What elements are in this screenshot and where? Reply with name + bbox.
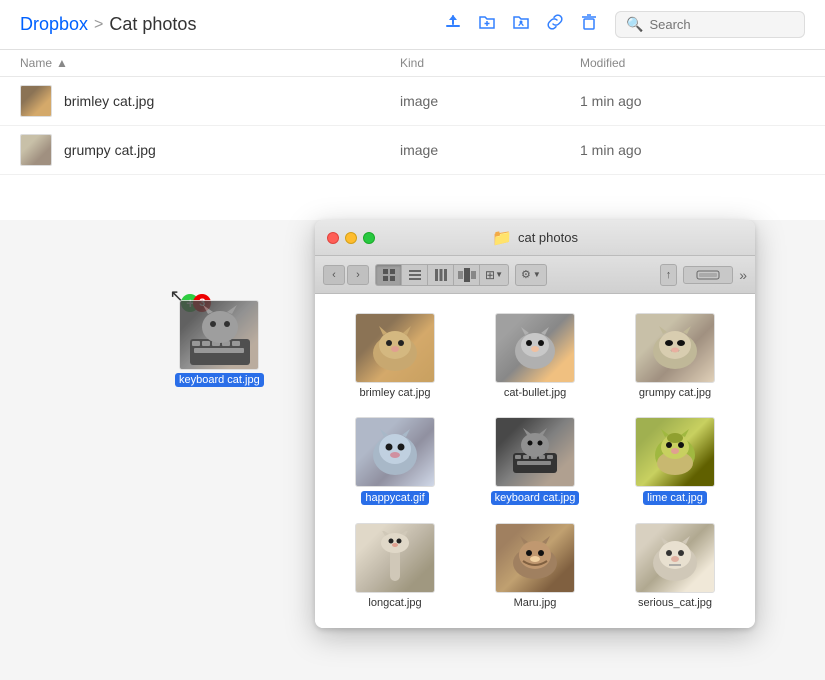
arrange-dropdown-button[interactable]: ⊞ ▼ xyxy=(479,264,509,286)
finder-thumb-serious xyxy=(635,523,715,593)
breadcrumb: Dropbox > Cat photos xyxy=(20,14,443,35)
finder-item-long[interactable]: longcat.jpg xyxy=(330,519,460,613)
finder-item-serious[interactable]: serious_cat.jpg xyxy=(610,519,740,613)
springload-button[interactable] xyxy=(683,266,733,284)
search-input[interactable] xyxy=(649,17,789,32)
finder-item-label-serious: serious_cat.jpg xyxy=(638,597,712,609)
table-row[interactable]: brimley cat.jpg image 1 min ago xyxy=(0,77,825,126)
finder-item-label-lime: lime cat.jpg xyxy=(643,491,707,505)
finder-toolbar-right: ↑ » xyxy=(660,264,747,286)
file-kind: image xyxy=(400,142,580,158)
file-toolbar xyxy=(443,12,599,37)
close-button[interactable] xyxy=(327,232,339,244)
col-header-name[interactable]: Name ▲ xyxy=(20,56,400,70)
finder-thumb-lime xyxy=(635,417,715,487)
share-button[interactable]: ↑ xyxy=(660,264,678,286)
finder-item-grumpy[interactable]: grumpy cat.jpg xyxy=(610,309,740,403)
finder-thumb-brimley xyxy=(355,313,435,383)
upload-icon[interactable] xyxy=(443,12,463,37)
finder-item-label-bullet: cat-bullet.jpg xyxy=(504,387,566,399)
finder-title: 📁 cat photos xyxy=(492,228,578,248)
finder-toolbar: ‹ › ⊞ ▼ ⚙ ▼ xyxy=(315,256,755,294)
finder-thumb-maru xyxy=(495,523,575,593)
finder-content: brimley cat.jpg cat-bullet.jpg xyxy=(315,294,755,628)
file-thumbnail-brimley xyxy=(20,85,52,117)
breadcrumb-current: Cat photos xyxy=(109,14,196,35)
action-arrow: ▼ xyxy=(533,270,541,279)
table-row[interactable]: grumpy cat.jpg image 1 min ago xyxy=(0,126,825,175)
finder-thumb-bullet xyxy=(495,313,575,383)
share-icon: ↑ xyxy=(666,269,672,281)
breadcrumb-separator: > xyxy=(94,16,103,34)
finder-item-bullet[interactable]: cat-bullet.jpg xyxy=(470,309,600,403)
action-button[interactable]: ⚙ ▼ xyxy=(515,264,547,286)
finder-item-maru[interactable]: Maru.jpg xyxy=(470,519,600,613)
file-list-header: Name ▲ Kind Modified xyxy=(0,50,825,77)
drag-label: keyboard cat.jpg xyxy=(175,373,264,387)
finder-item-brimley[interactable]: brimley cat.jpg xyxy=(330,309,460,403)
finder-thumb-long xyxy=(355,523,435,593)
minimize-button[interactable] xyxy=(345,232,357,244)
finder-item-label-keyboard: keyboard cat.jpg xyxy=(491,491,580,505)
file-modified: 1 min ago xyxy=(580,93,805,109)
arrange-label: ⊞ xyxy=(485,268,495,282)
icon-view-button[interactable] xyxy=(375,264,401,286)
finder-thumb-keyboard xyxy=(495,417,575,487)
folder-icon: 📁 xyxy=(492,228,512,248)
delete-icon[interactable] xyxy=(579,12,599,37)
arrange-arrow: ▼ xyxy=(495,270,503,279)
finder-item-label-maru: Maru.jpg xyxy=(514,597,557,609)
more-button[interactable]: » xyxy=(739,267,747,283)
finder-item-label-grumpy: grumpy cat.jpg xyxy=(639,387,711,399)
share-folder-icon[interactable] xyxy=(511,12,531,37)
finder-item-lime[interactable]: lime cat.jpg xyxy=(610,413,740,509)
finder-window: 📁 cat photos ‹ › ⊞ ▼ xyxy=(315,220,755,628)
finder-item-happy[interactable]: happycat.gif xyxy=(330,413,460,509)
dropbox-panel: Dropbox > Cat photos xyxy=(0,0,825,220)
search-box[interactable]: 🔍 xyxy=(615,11,805,38)
finder-item-keyboard[interactable]: keyboard cat.jpg xyxy=(470,413,600,509)
view-buttons: ⊞ ▼ xyxy=(375,264,509,286)
finder-item-label-long: longcat.jpg xyxy=(368,597,421,609)
back-button[interactable]: ‹ xyxy=(323,265,345,285)
forward-button[interactable]: › xyxy=(347,265,369,285)
breadcrumb-root[interactable]: Dropbox xyxy=(20,14,88,35)
finder-title-text: cat photos xyxy=(518,230,578,245)
search-icon: 🔍 xyxy=(626,16,643,33)
dropbox-header: Dropbox > Cat photos xyxy=(0,0,825,50)
finder-thumb-grumpy xyxy=(635,313,715,383)
link-icon[interactable] xyxy=(545,12,565,37)
col-header-modified[interactable]: Modified xyxy=(580,56,805,70)
fullscreen-button[interactable] xyxy=(363,232,375,244)
nav-buttons: ‹ › xyxy=(323,265,369,285)
file-thumbnail-grumpy xyxy=(20,134,52,166)
traffic-lights xyxy=(327,232,375,244)
drag-thumbnail xyxy=(179,300,259,370)
file-name: grumpy cat.jpg xyxy=(64,142,400,158)
new-folder-icon[interactable] xyxy=(477,12,497,37)
drag-preview: ↖ + 3 keyboard cat.jpg xyxy=(175,300,264,387)
list-view-button[interactable] xyxy=(401,264,427,286)
column-view-button[interactable] xyxy=(427,264,453,286)
finder-item-label-brimley: brimley cat.jpg xyxy=(360,387,431,399)
file-name: brimley cat.jpg xyxy=(64,93,400,109)
finder-item-label-happy: happycat.gif xyxy=(361,491,428,505)
gear-icon: ⚙ xyxy=(521,268,531,281)
file-kind: image xyxy=(400,93,580,109)
file-modified: 1 min ago xyxy=(580,142,805,158)
col-header-kind[interactable]: Kind xyxy=(400,56,580,70)
cover-flow-button[interactable] xyxy=(453,264,479,286)
finder-thumb-happy xyxy=(355,417,435,487)
finder-titlebar: 📁 cat photos xyxy=(315,220,755,256)
